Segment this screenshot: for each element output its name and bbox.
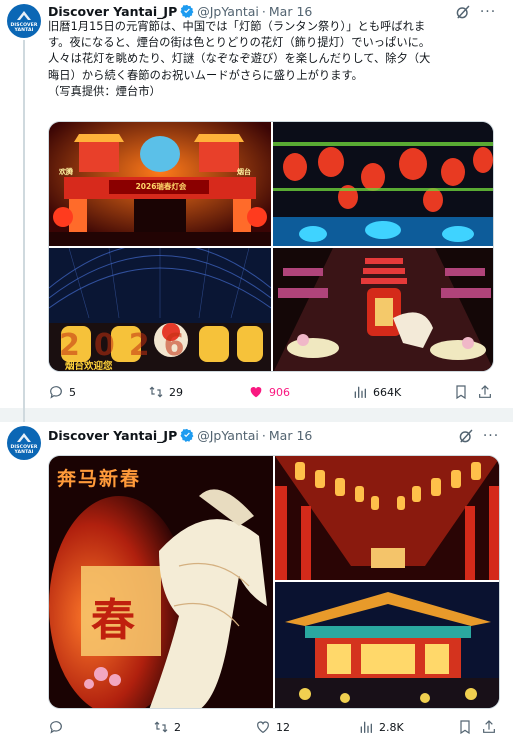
repost-count: 2 bbox=[174, 720, 181, 734]
photo-lantern-street[interactable] bbox=[273, 122, 493, 246]
avatar-text-2: YANTAI bbox=[14, 450, 34, 455]
bookmark-icon bbox=[456, 385, 466, 400]
author-name[interactable]: Discover Yantai_JP bbox=[48, 428, 177, 443]
tweet-date[interactable]: Mar 16 bbox=[269, 4, 312, 19]
repost-count: 29 bbox=[169, 385, 183, 399]
photo-lantern-gate[interactable]: 2026瑞春灯会 欢腾 烟台 bbox=[49, 122, 271, 246]
more-icon[interactable]: ··· bbox=[482, 428, 500, 444]
tweet-1[interactable]: DISCOVER YANTAI Discover Yantai_JP @JpYa… bbox=[0, 0, 513, 408]
avatar-text-2: YANTAI bbox=[14, 28, 34, 33]
like-count: 12 bbox=[276, 720, 290, 734]
author-handle[interactable]: @JpYantai bbox=[197, 4, 259, 19]
thread-line-connector bbox=[23, 408, 25, 422]
share-button[interactable] bbox=[477, 383, 493, 401]
heart-icon bbox=[250, 387, 262, 398]
tweet-text-line: す。夜になると、煙台の街は色とりどりの花灯（飾り提灯）でいっぱいに。 bbox=[48, 36, 431, 50]
reply-count: 5 bbox=[69, 385, 76, 399]
tweet-separator bbox=[0, 408, 513, 422]
yantai-logo-icon bbox=[17, 433, 31, 442]
like-button[interactable]: 906 bbox=[248, 383, 290, 401]
photo-pavilion[interactable] bbox=[275, 582, 499, 708]
gate-side-text-right: 烟台 bbox=[237, 168, 251, 176]
grok-icon[interactable] bbox=[455, 4, 471, 20]
repost-icon bbox=[149, 386, 163, 398]
thread-line bbox=[23, 40, 25, 408]
heart-icon bbox=[257, 721, 269, 734]
avatar[interactable]: DISCOVER YANTAI bbox=[7, 4, 41, 38]
bookmark-button[interactable] bbox=[453, 383, 469, 401]
share-icon bbox=[483, 720, 495, 733]
tweet-text-line: 旧暦1月15日の元宵節は、中国では「灯節（ランタン祭り）」とも呼ばれま bbox=[48, 20, 426, 33]
photo-lantern-plaza[interactable] bbox=[273, 248, 493, 371]
pavilion-image bbox=[275, 582, 499, 708]
tweet-header: Discover Yantai_JP @JpYantai · Mar 16 bbox=[48, 426, 312, 444]
views-button[interactable]: 664K bbox=[352, 383, 401, 401]
gate-banner-text: 2026瑞春灯会 bbox=[135, 182, 187, 191]
reply-icon bbox=[50, 386, 62, 399]
bookmark-icon bbox=[460, 720, 470, 735]
separator-dot: · bbox=[261, 3, 266, 19]
author-handle[interactable]: @JpYantai bbox=[197, 428, 259, 443]
views-icon bbox=[354, 386, 366, 398]
reply-button[interactable] bbox=[48, 718, 69, 736]
tweet-text-line: 晦日）から続く春節のお祝いムードがさらに盛り上がります。 bbox=[48, 68, 363, 82]
welcome-caption: 烟台欢迎您 bbox=[65, 361, 113, 372]
verified-badge-icon bbox=[180, 4, 194, 18]
avatar[interactable]: DISCOVER YANTAI bbox=[7, 426, 41, 460]
share-button[interactable] bbox=[481, 718, 497, 736]
author-name[interactable]: Discover Yantai_JP bbox=[48, 4, 177, 19]
photo-grid[interactable]: 2026瑞春灯会 欢腾 烟台 2026 烟台欢迎您 bbox=[48, 121, 494, 372]
grok-icon[interactable] bbox=[458, 428, 474, 444]
bookmark-button[interactable] bbox=[457, 718, 473, 736]
yantai-logo-icon bbox=[17, 11, 31, 20]
calligraphy-text: 奔马新春 bbox=[57, 468, 142, 490]
repost-button[interactable]: 2 bbox=[153, 718, 181, 736]
share-icon bbox=[479, 385, 491, 398]
lantern-street-image bbox=[273, 122, 493, 246]
repost-icon bbox=[154, 721, 168, 733]
views-icon bbox=[360, 721, 372, 733]
tweet-text-line: （写真提供：煙台市） bbox=[48, 84, 161, 98]
lantern-corridor-image bbox=[275, 456, 499, 580]
like-button[interactable]: 12 bbox=[255, 718, 290, 736]
tweet-header: Discover Yantai_JP @JpYantai · Mar 16 bbox=[48, 2, 312, 20]
reply-button[interactable]: 5 bbox=[48, 383, 76, 401]
lantern-character: 春 bbox=[91, 595, 135, 646]
tweet-2[interactable]: DISCOVER YANTAI Discover Yantai_JP @JpYa… bbox=[0, 422, 513, 742]
photo-grid[interactable]: 奔马新春 春 bbox=[48, 455, 500, 709]
reply-icon bbox=[50, 721, 62, 734]
photo-horse-lantern[interactable]: 奔马新春 春 bbox=[49, 456, 273, 708]
like-count: 906 bbox=[269, 385, 290, 399]
more-icon[interactable]: ··· bbox=[479, 4, 497, 20]
separator-dot: · bbox=[261, 427, 266, 443]
tweet-date[interactable]: Mar 16 bbox=[269, 428, 312, 443]
views-button[interactable]: 2.8K bbox=[358, 718, 404, 736]
photo-lantern-corridor[interactable] bbox=[275, 456, 499, 580]
repost-button[interactable]: 29 bbox=[148, 383, 183, 401]
views-count: 664K bbox=[373, 385, 402, 399]
photo-2026-tunnel[interactable]: 2026 烟台欢迎您 bbox=[49, 248, 271, 372]
tweet-text-line: 人々は花灯を眺めたり、灯謎（なぞなぞ遊び）を楽しんだりして、除夕（大 bbox=[48, 52, 431, 66]
horse-lantern-image bbox=[49, 456, 273, 708]
views-count: 2.8K bbox=[379, 720, 404, 734]
verified-badge-icon bbox=[180, 428, 194, 442]
gate-side-text-left: 欢腾 bbox=[59, 168, 73, 176]
lantern-plaza-image bbox=[273, 248, 493, 371]
tweet-text: 旧暦1月15日の元宵節は、中国では「灯節（ランタン祭り）」とも呼ばれま す。夜に… bbox=[48, 19, 500, 100]
